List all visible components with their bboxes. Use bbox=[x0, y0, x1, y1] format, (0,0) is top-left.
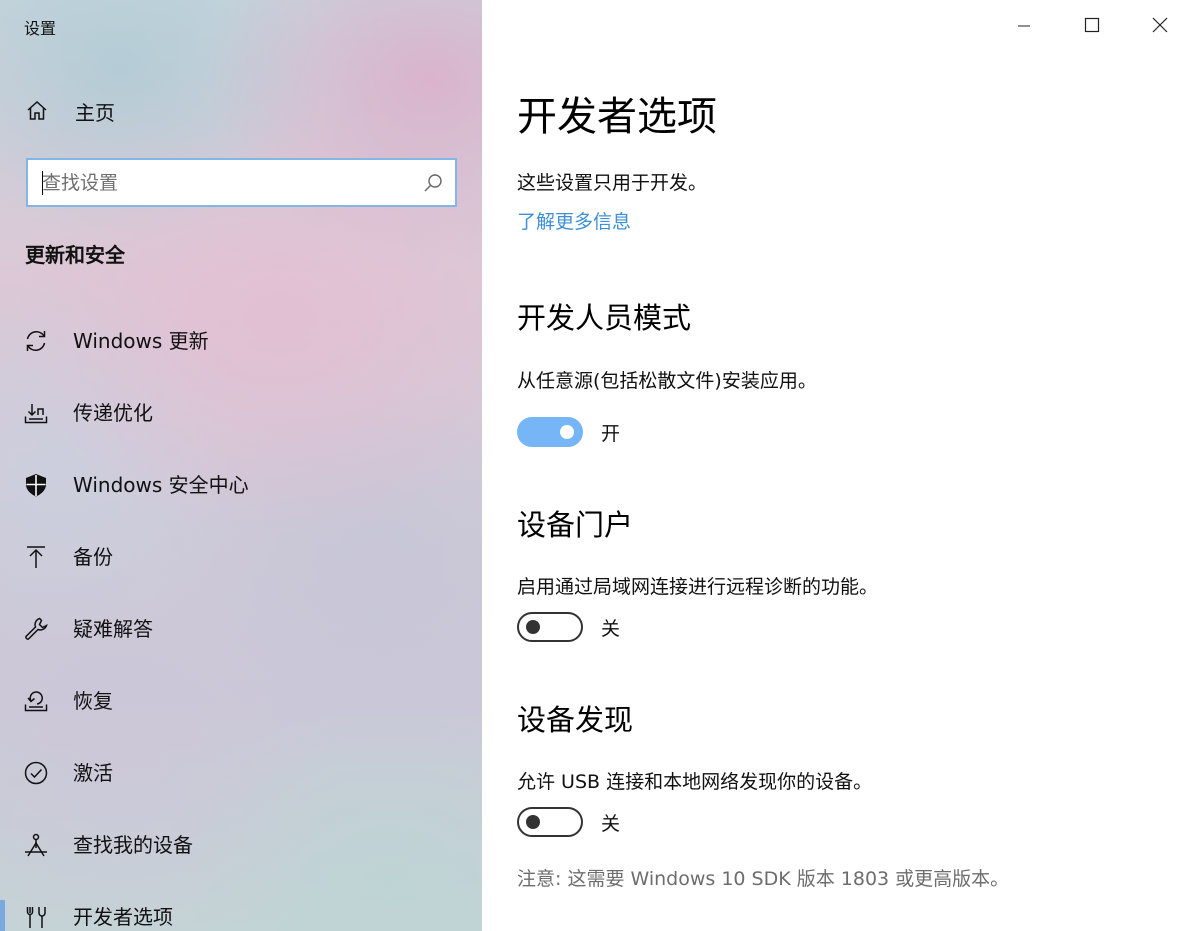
sidebar-item-label: 恢复 bbox=[73, 689, 113, 713]
sidebar-item-label: Windows 更新 bbox=[73, 329, 209, 353]
sidebar-item-recovery[interactable]: 恢复 bbox=[0, 664, 482, 736]
sidebar-item-label: 激活 bbox=[73, 761, 113, 785]
device-portal-heading: 设备门户 bbox=[517, 508, 634, 542]
home-icon bbox=[24, 98, 50, 124]
close-icon bbox=[1152, 17, 1168, 37]
wrench-icon bbox=[22, 615, 50, 643]
text-caret bbox=[42, 171, 43, 195]
sidebar-item-label: 备份 bbox=[73, 545, 113, 569]
sidebar-item-label: 查找我的设备 bbox=[73, 833, 193, 857]
sidebar-item-find-my-device[interactable]: 查找我的设备 bbox=[0, 808, 482, 880]
device-portal-toggle-row: 关 bbox=[517, 612, 620, 642]
developer-mode-toggle-label: 开 bbox=[601, 422, 621, 445]
window-controls bbox=[990, 0, 1194, 54]
search-box[interactable] bbox=[26, 158, 457, 207]
close-button[interactable] bbox=[1126, 0, 1194, 54]
device-portal-description: 启用通过局域网连接进行远程诊断的功能。 bbox=[517, 576, 879, 598]
sidebar-item-delivery-optimization[interactable]: 传递优化 bbox=[0, 376, 482, 448]
maximize-icon bbox=[1084, 17, 1100, 37]
developer-tools-icon bbox=[22, 903, 50, 931]
delivery-optimization-icon bbox=[22, 399, 50, 427]
page-title: 开发者选项 bbox=[517, 94, 717, 140]
search-icon[interactable] bbox=[411, 160, 455, 205]
device-portal-toggle[interactable] bbox=[517, 612, 583, 642]
sidebar: 设置 主页 更新和安全 bbox=[0, 0, 482, 931]
toggle-knob bbox=[526, 620, 540, 634]
sidebar-item-backup[interactable]: 备份 bbox=[0, 520, 482, 592]
sidebar-item-windows-security[interactable]: Windows 安全中心 bbox=[0, 448, 482, 520]
device-discovery-toggle-row: 关 bbox=[517, 807, 620, 837]
refresh-icon bbox=[22, 327, 50, 355]
sidebar-item-developer-options[interactable]: 开发者选项 bbox=[0, 880, 482, 931]
sidebar-item-troubleshoot[interactable]: 疑难解答 bbox=[0, 592, 482, 664]
find-device-icon bbox=[22, 831, 50, 859]
device-discovery-toggle[interactable] bbox=[517, 807, 583, 837]
developer-mode-toggle[interactable] bbox=[517, 417, 583, 447]
window-title: 设置 bbox=[24, 19, 57, 38]
sidebar-nav: Windows 更新 传递优化 Windows 安全中心 备份 疑难解答 恢复 … bbox=[0, 304, 482, 931]
device-discovery-heading: 设备发现 bbox=[517, 703, 634, 737]
minimize-button[interactable] bbox=[990, 0, 1058, 54]
page-description: 这些设置只用于开发。 bbox=[517, 172, 708, 194]
checkmark-circle-icon bbox=[22, 759, 50, 787]
search-input[interactable] bbox=[28, 160, 411, 205]
developer-mode-description: 从任意源(包括松散文件)安装应用。 bbox=[517, 370, 817, 392]
developer-mode-heading: 开发人员模式 bbox=[517, 301, 692, 335]
device-discovery-description: 允许 USB 连接和本地网络发现你的设备。 bbox=[517, 771, 873, 793]
developer-mode-toggle-row: 开 bbox=[517, 417, 620, 447]
recovery-icon bbox=[22, 687, 50, 715]
toggle-knob bbox=[526, 815, 540, 829]
home-label: 主页 bbox=[75, 100, 115, 125]
section-title: 更新和安全 bbox=[25, 243, 125, 267]
toggle-knob bbox=[560, 425, 574, 439]
sidebar-item-windows-update[interactable]: Windows 更新 bbox=[0, 304, 482, 376]
sidebar-item-label: 疑难解答 bbox=[73, 617, 153, 641]
sdk-requirement-note: 注意: 这需要 Windows 10 SDK 版本 1803 或更高版本。 bbox=[517, 868, 1010, 890]
sidebar-item-label: 传递优化 bbox=[73, 401, 153, 425]
main-content: 开发者选项 这些设置只用于开发。 了解更多信息 开发人员模式 从任意源(包括松散… bbox=[482, 0, 1194, 931]
sidebar-item-activation[interactable]: 激活 bbox=[0, 736, 482, 808]
shield-icon bbox=[22, 471, 50, 499]
sidebar-item-label: 开发者选项 bbox=[73, 905, 173, 929]
device-discovery-toggle-label: 关 bbox=[601, 812, 621, 835]
backup-arrow-icon bbox=[22, 543, 50, 571]
maximize-button[interactable] bbox=[1058, 0, 1126, 54]
minimize-icon bbox=[1017, 18, 1031, 37]
sidebar-item-label: Windows 安全中心 bbox=[73, 473, 249, 497]
learn-more-link[interactable]: 了解更多信息 bbox=[517, 207, 631, 234]
sidebar-home[interactable]: 主页 bbox=[24, 94, 115, 128]
device-portal-toggle-label: 关 bbox=[601, 617, 621, 640]
